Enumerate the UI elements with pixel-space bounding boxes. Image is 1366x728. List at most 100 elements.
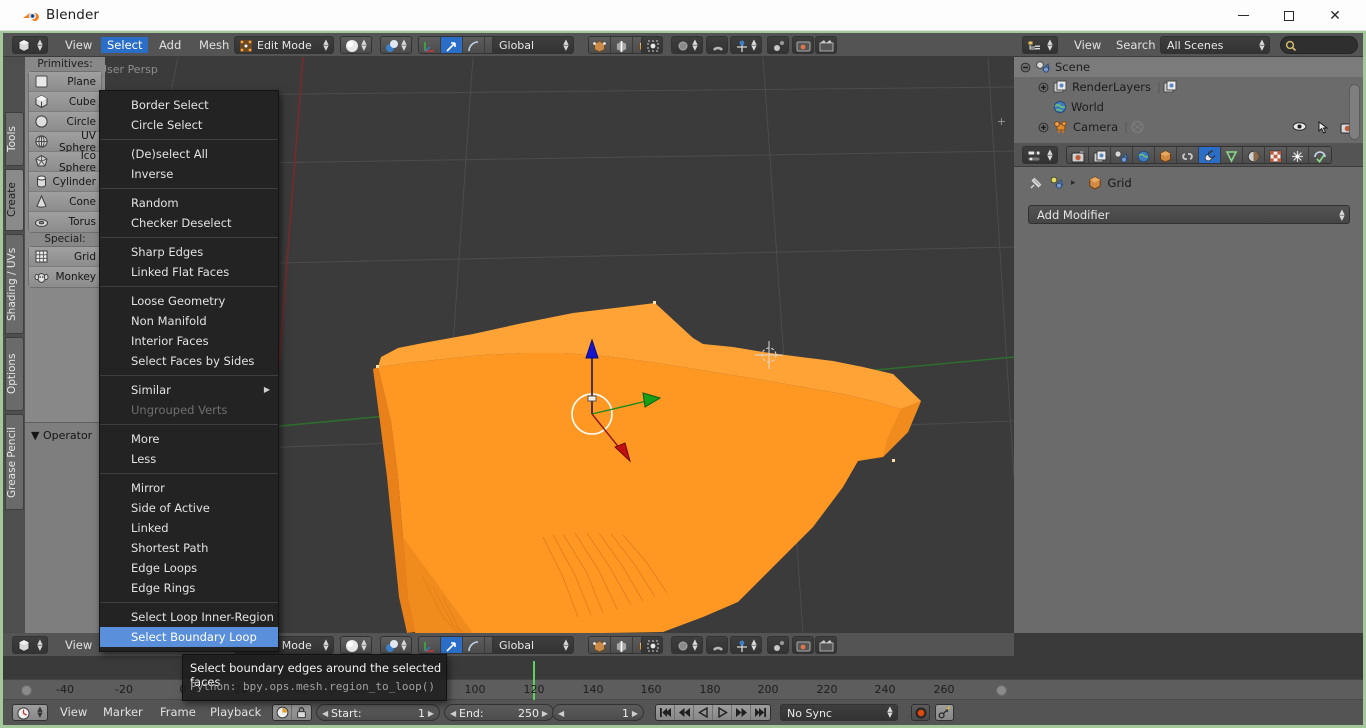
transform-orientation-selector-2[interactable]: Global ▲ ▼ [492, 636, 574, 654]
snap-target-selector[interactable]: ▲ ▼ [730, 36, 762, 54]
play-icon[interactable] [713, 705, 732, 720]
frame-increment-icon[interactable]: ▶ [632, 705, 638, 722]
menu-item-interior-faces[interactable]: Interior Faces [100, 331, 278, 351]
frame-forward-icon[interactable] [732, 705, 751, 720]
tab-render[interactable] [1067, 147, 1089, 163]
menu-item-less[interactable]: Less [100, 449, 278, 469]
menu-item-more[interactable]: More [100, 429, 278, 449]
manipulator-translate-icon[interactable] [419, 37, 441, 53]
maximize-button[interactable] [1266, 0, 1312, 31]
editor-type-properties-icon[interactable]: ▲ ▼ [1022, 146, 1058, 164]
list-item[interactable]: Cube [29, 92, 101, 112]
add-modifier-button[interactable]: Add Modifier ▲ ▼ [1028, 205, 1350, 224]
tab-data[interactable] [1221, 147, 1243, 163]
jump-start-icon[interactable] [656, 705, 675, 720]
viewport-overlay-plus[interactable]: + [997, 115, 1006, 128]
pivot-point-selector-2[interactable]: ▲ ▼ [671, 636, 703, 654]
limit-selection-visible-icon-2[interactable] [641, 636, 663, 654]
pivot-point-selector[interactable]: ▲ ▼ [671, 36, 703, 54]
manipulator-rotate-icon-2[interactable] [441, 637, 463, 653]
manipulator-translate-icon-2[interactable] [419, 637, 441, 653]
menu-item-sharp-edges[interactable]: Sharp Edges [100, 242, 278, 262]
menu-item-circle-select[interactable]: Circle Select [100, 115, 278, 135]
outliner-row-scene[interactable]: Scene [1014, 57, 1363, 77]
menu-item-inverse[interactable]: Inverse [100, 164, 278, 184]
select-dropdown-menu[interactable]: Border Select Circle Select (De)select A… [99, 90, 279, 652]
play-reverse-icon[interactable] [694, 705, 713, 720]
tab-modifiers[interactable] [1199, 147, 1221, 163]
close-button[interactable]: ✕ [1312, 0, 1358, 31]
viewport-menu-add[interactable]: Add [153, 37, 187, 53]
lock-icon[interactable] [292, 705, 311, 720]
outliner-row-renderlayers[interactable]: RenderLayers | [1014, 77, 1363, 97]
list-item[interactable]: Monkey [29, 267, 101, 287]
menu-item-select-boundary-loop[interactable]: Select Boundary Loop [100, 627, 278, 647]
timeline-toggle-group[interactable] [272, 704, 312, 721]
menu-item-edge-rings[interactable]: Edge Rings [100, 578, 278, 598]
editor-type-outliner-icon[interactable]: ▲ ▼ [1022, 36, 1058, 54]
vertex-select-icon[interactable] [589, 37, 611, 53]
list-item[interactable]: Torus [29, 212, 101, 232]
outliner-vertical-scrollbar[interactable] [1349, 84, 1360, 140]
tab-material[interactable] [1243, 147, 1265, 163]
object-cube-icon[interactable] [1088, 176, 1102, 190]
current-frame-field[interactable]: ◀ 1 ▶ [552, 704, 644, 721]
render-animation-icon[interactable] [815, 36, 837, 54]
menu-item-checker-deselect[interactable]: Checker Deselect [100, 213, 278, 233]
timeline-menu-view[interactable]: View [60, 705, 87, 719]
shading-selector[interactable]: ▲ ▼ [340, 36, 372, 54]
render-image-icon-2[interactable] [792, 636, 814, 654]
auto-keying-icon[interactable] [273, 705, 292, 720]
mode-selector[interactable]: Edit Mode ▲ ▼ [234, 36, 334, 54]
outliner-display-mode[interactable]: All Scenes ▲ ▼ [1160, 36, 1270, 54]
menu-item-deselect-all[interactable]: (De)select All [100, 144, 278, 164]
timeline-menu-marker[interactable]: Marker [103, 705, 143, 719]
timeline-scrollbar-left-handle[interactable] [21, 685, 32, 696]
viewport-menu-select[interactable]: Select [101, 37, 149, 53]
menu-item-shortest-path[interactable]: Shortest Path [100, 538, 278, 558]
list-item[interactable]: Cone [29, 192, 101, 212]
operator-panel-header[interactable]: ▼ Operator [31, 429, 92, 442]
sidebar-item-shading-uvs[interactable]: Shading / UVs [5, 234, 24, 334]
menu-item-edge-loops[interactable]: Edge Loops [100, 558, 278, 578]
snap-target-selector-2[interactable]: ▲ ▼ [730, 636, 762, 654]
end-increment-icon[interactable]: ▶ [542, 705, 548, 722]
timeline-menu-playback[interactable]: Playback [210, 705, 261, 719]
eye-icon[interactable] [1292, 121, 1307, 134]
list-item[interactable]: Ico Sphere [29, 150, 101, 174]
pin-icon[interactable] [1028, 176, 1043, 191]
manipulator-scale-icon[interactable] [463, 37, 485, 53]
outliner-tree[interactable]: Scene RenderLayers | World Camera | [1014, 57, 1363, 143]
cursor-arrow-icon[interactable] [1318, 121, 1329, 134]
outliner-restrict-columns[interactable] [1292, 121, 1355, 134]
manipulator-rotate-icon[interactable] [441, 37, 463, 53]
end-decrement-icon[interactable]: ◀ [450, 705, 456, 722]
expand-plus-icon-camera[interactable] [1038, 122, 1049, 133]
snap-magnet-icon-2[interactable] [706, 636, 728, 654]
start-frame-field[interactable]: ◀ Start: 1 ▶ [316, 704, 440, 721]
camera-data-icon[interactable] [1130, 120, 1145, 134]
transform-orientation-selector[interactable]: Global ▲ ▼ [492, 36, 574, 54]
renderlayer-data-icon[interactable] [1163, 80, 1178, 94]
keying-set-button[interactable] [935, 704, 954, 721]
manipulator-scale-icon-2[interactable] [463, 637, 485, 653]
collapse-minus-icon[interactable] [1020, 62, 1031, 73]
outliner-menu-search[interactable]: Search [1110, 37, 1162, 53]
jump-end-icon[interactable] [751, 705, 770, 720]
frame-back-icon[interactable] [675, 705, 694, 720]
viewport-menu-view[interactable]: View [59, 37, 98, 53]
frame-decrement-icon[interactable]: ◀ [558, 705, 564, 722]
sidebar-item-create[interactable]: Create [5, 169, 24, 231]
limit-selection-visible-icon[interactable] [641, 36, 663, 54]
menu-item-select-faces-by-sides[interactable]: Select Faces by Sides [100, 351, 278, 371]
editor-type-timeline-icon[interactable]: ▲ ▼ [12, 704, 48, 721]
minimize-button[interactable] [1220, 0, 1266, 31]
tab-texture[interactable] [1265, 147, 1287, 163]
outliner-menu-view[interactable]: View [1068, 37, 1107, 53]
properties-tab-group[interactable] [1066, 146, 1332, 164]
menu-item-border-select[interactable]: Border Select [100, 95, 278, 115]
end-frame-field[interactable]: ◀ End: 250 ▶ [444, 704, 554, 721]
tab-renderlayers[interactable] [1089, 147, 1111, 163]
edge-select-icon-2[interactable] [611, 637, 633, 653]
menu-item-side-of-active[interactable]: Side of Active [100, 498, 278, 518]
